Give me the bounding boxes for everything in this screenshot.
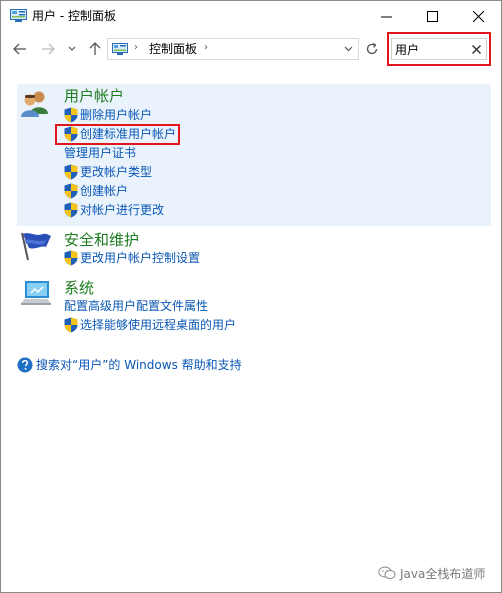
- control-panel-window: 用户 - 控制面板 › 控制面板 › 用户 用户帐户 删除用户帐户 创建标准用户…: [0, 0, 502, 593]
- minimize-button[interactable]: [363, 1, 409, 32]
- help-icon: [17, 357, 33, 373]
- link-make-changes-to-account[interactable]: 对帐户进行更改: [80, 202, 164, 218]
- refresh-button[interactable]: [361, 38, 383, 60]
- link-create-standard-user-account[interactable]: 创建标准用户帐户: [80, 126, 176, 142]
- search-highlight-box: [387, 32, 491, 66]
- close-icon: [472, 11, 484, 22]
- minimize-icon: [380, 16, 392, 18]
- close-button[interactable]: [455, 1, 501, 32]
- flag-icon: [21, 232, 51, 261]
- maximize-icon: [426, 11, 438, 22]
- address-bar[interactable]: › 控制面板 ›: [107, 38, 359, 60]
- watermark: Java全栈布道师: [378, 564, 485, 582]
- group-title-security-maintenance[interactable]: 安全和维护: [64, 231, 139, 249]
- group-title-user-accounts[interactable]: 用户帐户: [64, 87, 124, 105]
- maximize-button[interactable]: [409, 1, 455, 32]
- link-search-windows-help[interactable]: 搜索对“用户”的 Windows 帮助和支持: [36, 357, 242, 373]
- arrow-up-icon: [89, 42, 101, 55]
- recent-locations-button[interactable]: [61, 38, 83, 60]
- window-title: 用户 - 控制面板: [32, 9, 116, 23]
- group-title-system[interactable]: 系统: [64, 279, 94, 297]
- breadcrumb-control-panel[interactable]: 控制面板: [149, 41, 197, 57]
- uac-shield-icon: [64, 107, 78, 123]
- link-create-account[interactable]: 创建帐户: [80, 183, 128, 199]
- refresh-icon: [366, 42, 378, 55]
- users-icon: [21, 91, 48, 117]
- link-change-account-type[interactable]: 更改帐户类型: [80, 164, 152, 180]
- link-manage-user-certificates[interactable]: 管理用户证书: [64, 145, 136, 161]
- computer-icon: [21, 281, 51, 305]
- back-button[interactable]: [9, 38, 31, 60]
- uac-shield-icon: [64, 126, 78, 142]
- link-remote-desktop-users[interactable]: 选择能够使用远程桌面的用户: [80, 317, 236, 333]
- link-delete-user-account[interactable]: 删除用户帐户: [80, 107, 152, 123]
- arrow-left-icon: [13, 43, 26, 55]
- up-button[interactable]: [84, 38, 106, 60]
- control-panel-icon: [10, 9, 27, 22]
- forward-button[interactable]: [37, 38, 59, 60]
- watermark-text: Java全栈布道师: [400, 566, 486, 581]
- arrow-right-icon: [42, 43, 55, 55]
- breadcrumb-separator-icon[interactable]: ›: [134, 42, 138, 53]
- uac-shield-icon: [64, 183, 78, 199]
- link-change-uac-settings[interactable]: 更改用户帐户控制设置: [80, 250, 200, 266]
- link-advanced-user-profile-properties[interactable]: 配置高级用户配置文件属性: [64, 298, 208, 314]
- chevron-down-icon: [344, 46, 352, 52]
- address-dropdown-button[interactable]: [340, 42, 356, 56]
- breadcrumb-chevron-icon[interactable]: ›: [204, 42, 208, 53]
- wechat-icon: [378, 566, 396, 579]
- close-icon: [471, 44, 481, 54]
- uac-shield-icon: [64, 250, 78, 266]
- chevron-down-icon: [68, 46, 76, 51]
- clear-search-button[interactable]: [468, 41, 484, 57]
- search-input[interactable]: [395, 40, 463, 58]
- uac-shield-icon: [64, 164, 78, 180]
- title-bar[interactable]: 用户 - 控制面板: [1, 1, 501, 32]
- uac-shield-icon: [64, 317, 78, 333]
- search-field[interactable]: [391, 38, 487, 60]
- control-panel-icon: [112, 43, 128, 55]
- uac-shield-icon: [64, 202, 78, 218]
